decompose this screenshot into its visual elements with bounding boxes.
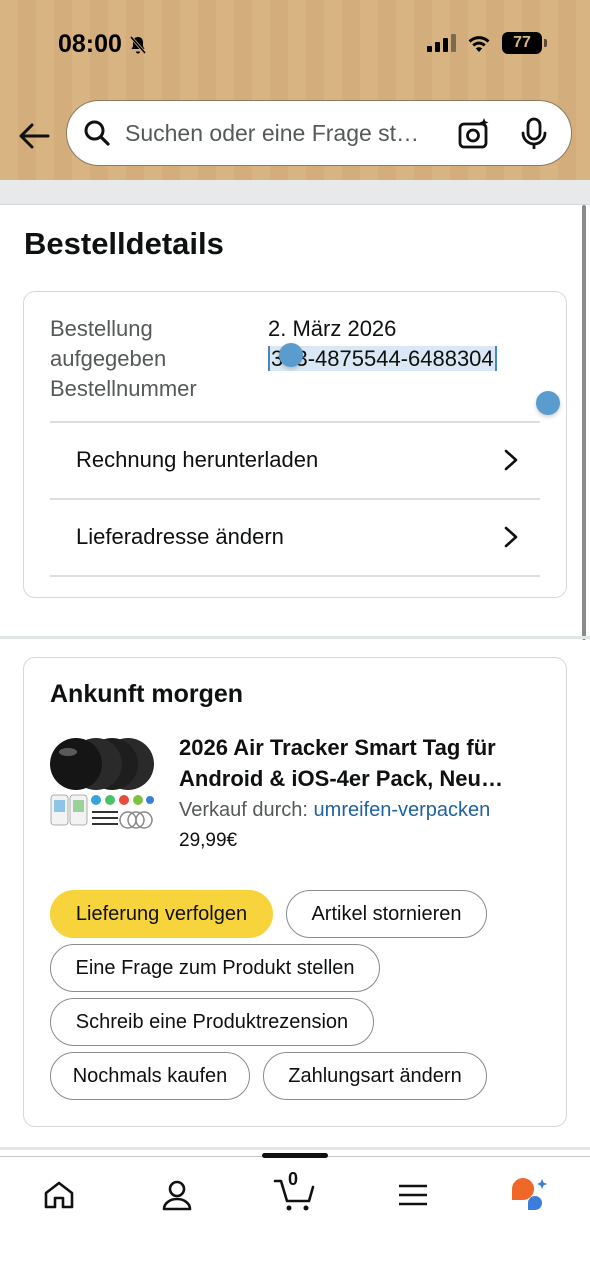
order-date-value: 2. März 2026 xyxy=(268,316,397,341)
order-date-label: Bestellung aufgegeben xyxy=(50,316,167,371)
tab-menu[interactable] xyxy=(383,1175,443,1215)
scrollbar[interactable] xyxy=(582,205,586,640)
bell-muted-icon xyxy=(129,35,147,54)
product-image[interactable] xyxy=(50,734,154,832)
menu-icon xyxy=(399,1184,427,1206)
ask-question-button[interactable]: Eine Frage zum Produkt stellen xyxy=(50,944,380,992)
time-text: 08:00 xyxy=(58,30,122,58)
section-divider xyxy=(0,636,590,639)
change-address-label: Lieferadresse ändern xyxy=(76,524,284,549)
home-icon xyxy=(44,1181,74,1209)
search-bar[interactable] xyxy=(66,100,572,166)
account-icon xyxy=(162,1180,192,1211)
wifi-icon xyxy=(468,36,490,52)
cancel-item-button[interactable]: Artikel stornieren xyxy=(286,890,487,938)
battery-icon: 77 xyxy=(502,32,547,54)
order-number-label: Bestellnummer xyxy=(50,376,197,401)
search-icon xyxy=(83,119,111,147)
download-invoice-label: Rechnung herunterladen xyxy=(76,447,319,472)
microphone-icon[interactable] xyxy=(517,117,551,156)
tab-account[interactable] xyxy=(147,1175,207,1215)
header: 08:00 77 xyxy=(0,0,590,180)
ai-assistant-icon xyxy=(512,1178,547,1210)
bottom-tab-bar: 0 xyxy=(0,1153,590,1280)
arrival-status: Ankunft morgen xyxy=(50,680,244,708)
status-bar: 08:00 77 xyxy=(0,0,590,90)
product-price: 29,99€ xyxy=(179,830,238,851)
chevron-right-icon xyxy=(500,526,522,548)
buy-again-button[interactable]: Nochmals kaufen xyxy=(50,1052,250,1100)
change-payment-button[interactable]: Zahlungsart ändern xyxy=(263,1052,487,1100)
row-divider xyxy=(50,575,540,577)
download-invoice-row[interactable]: Rechnung herunterladen xyxy=(50,421,540,497)
selection-start-handle[interactable] xyxy=(279,343,303,367)
tab-assistant[interactable] xyxy=(499,1175,559,1215)
write-review-button[interactable]: Schreib eine Produktrezension xyxy=(50,998,374,1046)
order-summary-card: Bestellung aufgegeben Bestellnummer 2. M… xyxy=(23,291,567,598)
order-labels: Bestellung aufgegeben Bestellnummer xyxy=(50,314,240,404)
chevron-right-icon xyxy=(500,449,522,471)
seller-info: Verkauf durch: umreifen-verpacken xyxy=(179,799,490,822)
subheader-strip xyxy=(0,180,590,205)
track-delivery-button[interactable]: Lieferung verfolgen xyxy=(50,890,273,938)
change-address-row[interactable]: Lieferadresse ändern xyxy=(50,498,540,574)
search-input[interactable] xyxy=(125,119,435,147)
page-title: Bestelldetails xyxy=(24,226,224,261)
shipment-card: Ankunft morgen 2026 Air Tracker Smart Ta xyxy=(23,657,567,1127)
order-values: 2. März 2026 303-4875544-6488304 xyxy=(268,314,497,374)
active-tab-indicator xyxy=(262,1153,328,1158)
camera-search-icon[interactable] xyxy=(457,117,491,156)
back-arrow-icon xyxy=(19,123,50,149)
signal-icon xyxy=(427,34,456,52)
back-button[interactable] xyxy=(16,118,52,154)
section-divider xyxy=(0,1147,590,1150)
selection-end-handle[interactable] xyxy=(536,391,560,415)
status-icons: 77 xyxy=(426,32,547,54)
battery-level: 77 xyxy=(513,34,531,51)
cart-count: 0 xyxy=(287,1169,298,1189)
status-time: 08:00 xyxy=(58,30,148,59)
seller-prefix: Verkauf durch: xyxy=(179,799,314,821)
tab-home[interactable] xyxy=(29,1175,89,1215)
product-title[interactable]: 2026 Air Tracker Smart Tag für Android &… xyxy=(179,732,549,796)
tab-cart[interactable]: 0 xyxy=(265,1169,325,1215)
seller-link[interactable]: umreifen-verpacken xyxy=(314,799,491,821)
